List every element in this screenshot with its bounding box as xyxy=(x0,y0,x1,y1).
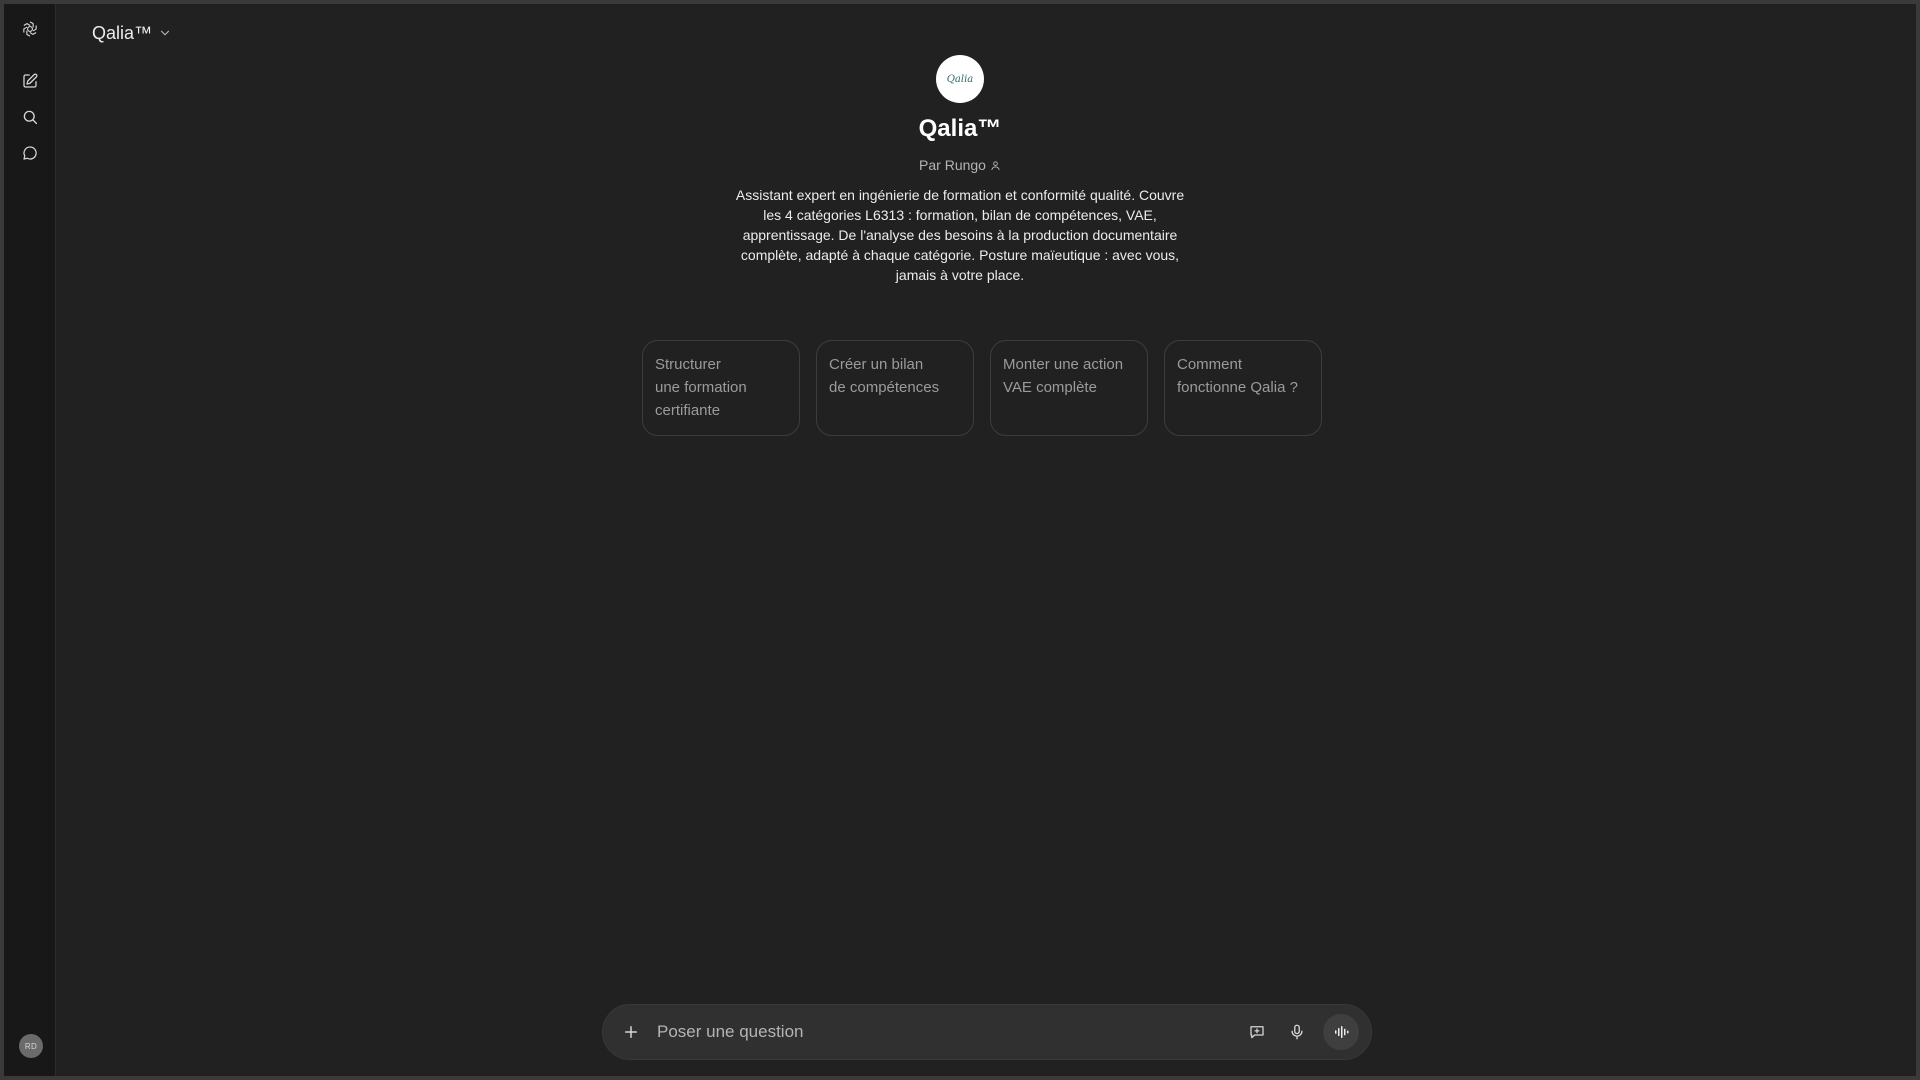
message-plus-icon[interactable] xyxy=(1241,1016,1273,1048)
starter-card[interactable]: Créer un bilan de compétences xyxy=(816,340,974,436)
model-switcher-button[interactable]: Qalia™ xyxy=(84,18,180,48)
gpt-logo: Qalia xyxy=(936,55,984,103)
chat-app: RD Qalia™ Qalia Qalia™ Par Rungo Assista… xyxy=(4,4,1916,1076)
gpt-author: Par Rungo xyxy=(919,157,1001,173)
model-name: Qalia™ xyxy=(92,22,153,43)
gpt-hero: Qalia Qalia™ Par Rungo Assistant expert … xyxy=(4,55,1916,285)
gpt-description: Assistant expert en ingénierie de format… xyxy=(735,187,1185,283)
gpt-author-text: Par Rungo xyxy=(919,157,986,173)
voice-waveform-icon[interactable] xyxy=(1323,1014,1359,1050)
plus-icon[interactable] xyxy=(617,1018,645,1046)
starter-card[interactable]: Monter une action VAE complète xyxy=(990,340,1148,436)
person-icon xyxy=(991,160,1000,170)
starter-card[interactable]: Comment fonctionne Qalia ? xyxy=(1164,340,1322,436)
openai-logo-icon[interactable] xyxy=(15,14,45,44)
message-input[interactable] xyxy=(655,1016,1219,1048)
avatar[interactable]: RD xyxy=(19,1034,43,1058)
composer xyxy=(602,1004,1372,1060)
microphone-icon[interactable] xyxy=(1281,1016,1313,1048)
gpt-title: Qalia™ xyxy=(918,115,1002,142)
conversation-starters: Structurer une formation certifiante Cré… xyxy=(642,340,1322,436)
starter-card[interactable]: Structurer une formation certifiante xyxy=(642,340,800,436)
chevron-down-icon xyxy=(160,30,170,36)
